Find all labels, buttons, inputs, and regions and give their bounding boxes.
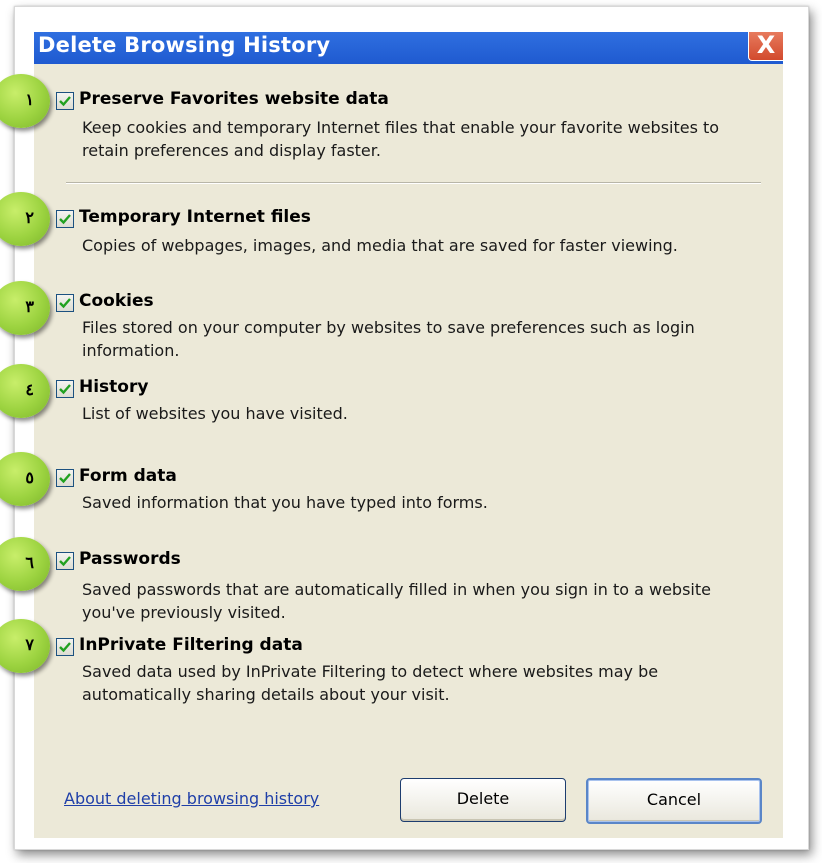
dialog-title: Delete Browsing History <box>38 33 331 57</box>
option-description: Keep cookies and temporary Internet file… <box>82 118 720 160</box>
checkmark-icon <box>59 384 71 395</box>
divider <box>66 182 761 184</box>
option-title: InPrivate Filtering data <box>79 635 303 655</box>
cookies-checkbox[interactable] <box>56 294 74 312</box>
option-description: Files stored on your computer by website… <box>82 318 695 360</box>
delete-button[interactable]: Delete <box>400 778 566 822</box>
option-title: Preserve Favorites website data <box>79 89 389 109</box>
about-deleting-history-link[interactable]: About deleting browsing history <box>64 789 319 808</box>
option-description: Saved passwords that are automatically f… <box>82 580 711 622</box>
checkmark-icon <box>59 96 71 107</box>
checkmark-icon <box>59 473 71 484</box>
option-title: Cookies <box>79 291 154 311</box>
option-description: Copies of webpages, images, and media th… <box>82 236 678 255</box>
passwords-checkbox[interactable] <box>56 552 74 570</box>
cancel-button[interactable]: Cancel <box>586 778 762 824</box>
title-bar: Delete Browsing History X <box>34 32 783 64</box>
delete-browsing-history-dialog: Delete Browsing History X Preserve Favor… <box>34 32 783 838</box>
checkmark-icon <box>59 556 71 567</box>
inprivate-filtering-checkbox[interactable] <box>56 638 74 656</box>
checkmark-icon <box>59 298 71 309</box>
option-title: Form data <box>79 466 177 486</box>
option-title: Temporary Internet files <box>79 207 311 227</box>
form-data-checkbox[interactable] <box>56 469 74 487</box>
checkmark-icon <box>59 214 71 225</box>
option-description: List of websites you have visited. <box>82 404 348 423</box>
option-title: History <box>79 377 149 397</box>
history-checkbox[interactable] <box>56 380 74 398</box>
preserve-favorites-checkbox[interactable] <box>56 92 74 110</box>
option-title: Passwords <box>79 549 181 569</box>
temporary-internet-files-checkbox[interactable] <box>56 210 74 228</box>
option-description: Saved data used by InPrivate Filtering t… <box>82 662 659 704</box>
close-button[interactable]: X <box>748 32 783 61</box>
option-description: Saved information that you have typed in… <box>82 493 488 512</box>
checkmark-icon <box>59 642 71 653</box>
